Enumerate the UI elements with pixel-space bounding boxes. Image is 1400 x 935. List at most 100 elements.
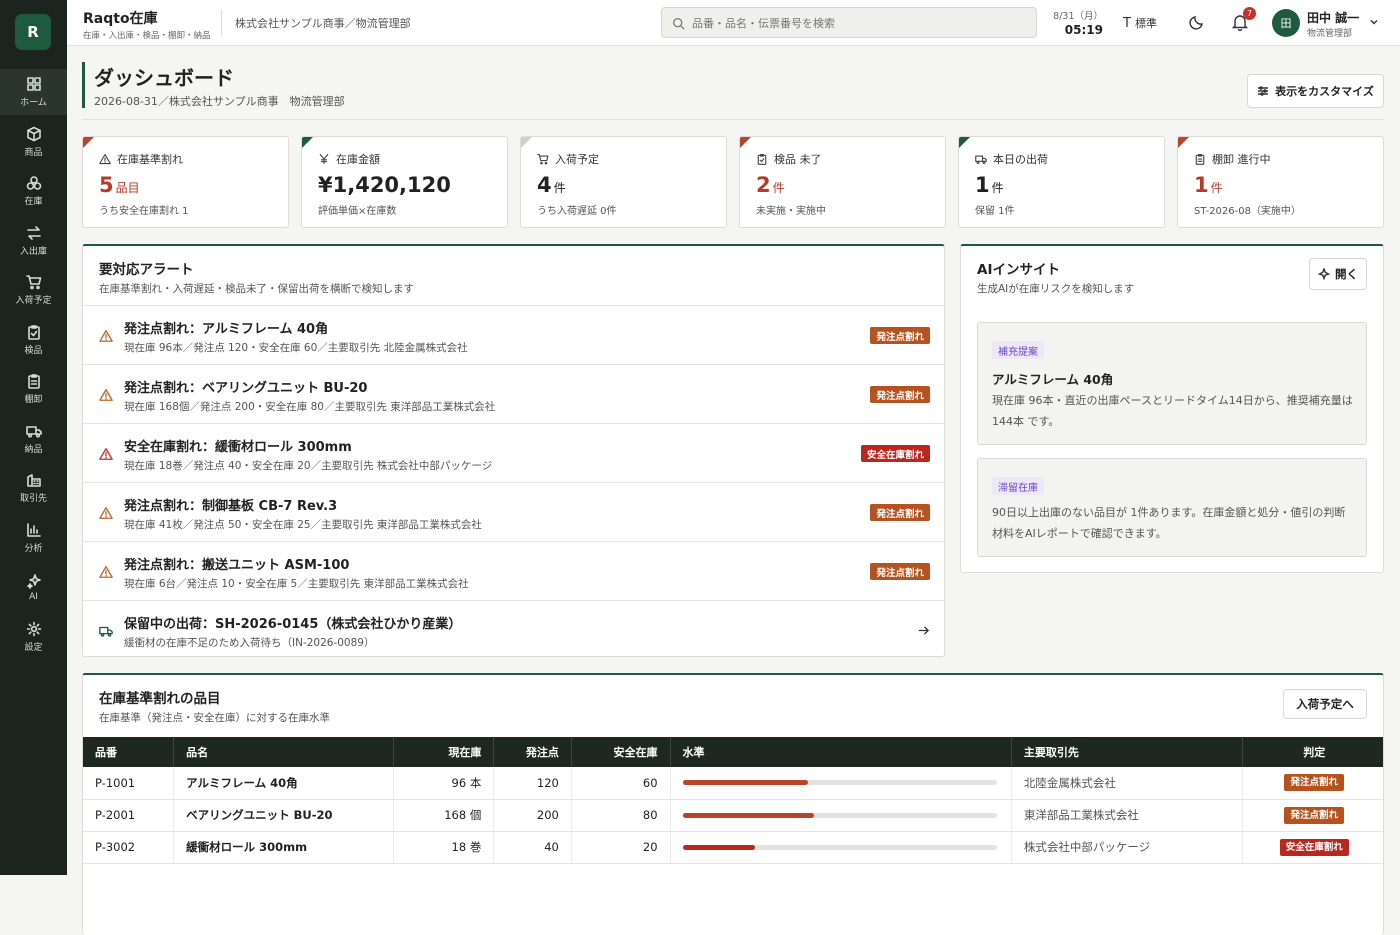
column-header[interactable]: 安全在庫	[571, 737, 671, 767]
sidebar-item-3[interactable]: 入出庫	[0, 218, 67, 264]
shortage-table: 品番 品名 現在庫 発注点 安全在庫 水準 主要取引先 判定 P-1001 アルミフレーム 40…	[83, 737, 1383, 864]
kpi-card[interactable]: 在庫金額 ¥1,420,120 評価単価×在庫数	[301, 136, 508, 228]
alert-icon-wrap	[99, 506, 113, 520]
column-header[interactable]: 判定	[1242, 737, 1383, 767]
to-arrivals-button[interactable]: 入荷予定へ	[1283, 689, 1367, 719]
kpi-value-row: 1件	[975, 173, 1004, 197]
column-header[interactable]: 主要取引先	[1011, 737, 1244, 767]
alert-title: 発注点割れ：制御基板 CB-7 Rev.3	[124, 499, 338, 514]
title-accent-bar	[82, 62, 85, 108]
app-logo[interactable]: R	[15, 14, 51, 50]
customize-label: 表示をカスタマイズ	[1275, 85, 1374, 98]
alert-row[interactable]: 発注点割れ：搬送ユニット ASM-100 現在庫 6台／発注点 10・安全在庫 5…	[83, 541, 944, 600]
brand[interactable]: Raqto在庫 在庫・入出庫・検品・棚卸・納品	[83, 8, 211, 41]
kpi-value: 2	[756, 173, 771, 197]
sidebar-item-label: 分析	[24, 543, 43, 554]
sidebar-item-label: 設定	[24, 642, 43, 653]
sidebar-item-4[interactable]: 入荷予定	[0, 267, 67, 313]
alert-detail: 現在庫 168個／発注点 200・安全在庫 80／主要取引先 東洋部品工業株式会…	[124, 401, 496, 413]
sidebar-item-9[interactable]: 分析	[0, 515, 67, 561]
insight-card-restock[interactable]: 補充提案 アルミフレーム 40角 現在庫 96本・直近の出庫ペースとリードタイム…	[977, 322, 1367, 445]
insight-card-stagnant[interactable]: 滞留在庫 90日以上出庫のない品目が 1件あります。在庫金額と処分・値引の判断材…	[977, 458, 1367, 557]
sidebar-item-2[interactable]: 在庫	[0, 168, 67, 214]
user-role: 物流管理部	[1307, 29, 1353, 39]
kpi-card[interactable]: 棚卸 進行中 1 件 ST-2026-08（実施中）	[1177, 136, 1384, 228]
sidebar-item-8[interactable]: 取引先	[0, 465, 67, 511]
sidebar-item-6[interactable]: 棚卸	[0, 366, 67, 412]
column-header[interactable]: 現在庫	[393, 737, 495, 767]
kpi-note: 未実施・実施中	[756, 206, 826, 217]
stock-level-fill	[682, 780, 809, 786]
sidebar-item-7[interactable]: 納品	[0, 416, 67, 462]
table-row[interactable]: P-3002 緩衝材ロール 300mm 18 巻 40 20 株式会社中部パッケージ 安全在…	[83, 831, 1383, 864]
alert-row[interactable]: 発注点割れ：制御基板 CB-7 Rev.3 現在庫 41枚／発注点 50・安全在庫…	[83, 482, 944, 541]
stock-level-fill	[682, 844, 755, 850]
kpi-value: 5	[99, 173, 114, 197]
sidebar: R ホーム 商品 在庫入出庫入荷予定 検品棚卸納品取引先分析 AI 設定	[0, 0, 67, 875]
alert-detail: 現在庫 6台／発注点 10・安全在庫 5／主要取引先 東洋部品工業株式会社	[124, 578, 469, 590]
alert-detail: 現在庫 18巻／発注点 40・安全在庫 20／主要取引先 株式会社中部パッケージ	[124, 460, 493, 472]
column-header[interactable]: 水準	[670, 737, 1012, 767]
alert-status-badge: 発注点割れ	[870, 504, 930, 521]
column-header[interactable]: 品番	[83, 737, 175, 767]
alert-row[interactable]: 保留中の出荷：SH-2026-0145（株式会社ひかり産業） 緩衝材の在庫不足のた…	[83, 600, 944, 656]
clipboard-list-icon	[1195, 153, 1205, 165]
kpi-value: 1	[1194, 173, 1209, 197]
moon-icon[interactable]	[1189, 14, 1205, 30]
alert-row[interactable]: 発注点割れ：ベアリングユニット BU-20 現在庫 168個／発注点 200・安全…	[83, 364, 944, 423]
kpi-note: 評価単価×在庫数	[318, 206, 397, 217]
kpi-label-row: 在庫基準割れ	[99, 151, 183, 167]
kpi-card[interactable]: 検品 未了 2 件未実施・実施中	[739, 136, 946, 228]
sidebar-item-label: 棚卸	[24, 395, 43, 405]
ai-subtitle: 生成AIが在庫リスクを検知します	[977, 283, 1135, 295]
text-size-icon: T	[1123, 15, 1131, 31]
kpi-value: ¥1,420,120	[318, 173, 451, 197]
page-title: ダッシュボード	[94, 66, 234, 90]
kpi-note: うち入荷遅延 0件	[537, 206, 617, 217]
sidebar-item-11[interactable]: 設定	[0, 614, 67, 660]
sidebar-item-10[interactable]: AI	[0, 564, 67, 610]
open-ai-button[interactable]: 開く	[1309, 258, 1367, 290]
status-cell: 安全在庫割れ	[1242, 831, 1383, 864]
sidebar-item-1[interactable]: 商品	[0, 119, 67, 165]
warning-icon	[99, 507, 113, 519]
search-input[interactable]	[692, 13, 1022, 33]
column-header[interactable]: 品名	[173, 737, 394, 767]
user-info[interactable]: 田中 誠一 物流管理部	[1307, 9, 1359, 39]
building-icon	[26, 474, 41, 487]
sidebar-item-label: 入出庫	[19, 246, 47, 257]
alert-icon-wrap	[99, 388, 113, 402]
item-code: P-3002	[83, 831, 175, 864]
sidebar-item-5[interactable]: 検品	[0, 317, 67, 363]
alert-title: 安全在庫割れ：緩衝材ロール 300mm	[124, 440, 352, 455]
arrow-right-icon[interactable]	[917, 624, 930, 637]
truck-icon	[99, 626, 113, 637]
kpi-card[interactable]: 在庫基準割れ 5 品目 うち安全在庫割れ 1	[82, 136, 289, 228]
kpi-label: 在庫金額	[336, 153, 380, 166]
kpi-card[interactable]: 入荷予定 4 件うち入荷遅延 0件	[520, 136, 727, 228]
kpi-value-row: 4件	[537, 173, 566, 197]
alert-status-badge: 発注点割れ	[870, 386, 930, 403]
current-stock: 96 本	[393, 767, 495, 800]
chevron-down-icon[interactable]	[1369, 17, 1379, 27]
font-size-toggle[interactable]: T 標準	[1123, 15, 1157, 31]
avatar[interactable]: 田	[1272, 9, 1300, 37]
kpi-value: 1	[975, 173, 990, 197]
open-label: 開く	[1335, 267, 1358, 281]
box-icon	[26, 126, 41, 141]
table-row[interactable]: P-2001 ベアリングユニット BU-20 168 個 200 80 東洋部品工業株式会…	[83, 799, 1383, 832]
sidebar-item-label: 取引先	[19, 494, 47, 504]
gear-icon	[26, 621, 41, 636]
alert-row[interactable]: 安全在庫割れ：緩衝材ロール 300mm 現在庫 18巻／発注点 40・安全在庫 2…	[83, 423, 944, 482]
sidebar-item-label: 納品	[24, 444, 43, 455]
table-row[interactable]: P-1001 アルミフレーム 40角 96 本 120 60 北陸金属株式会社 発注点割れ	[83, 767, 1383, 800]
customize-button[interactable]: 表示をカスタマイズ	[1247, 74, 1384, 108]
kpi-card[interactable]: 本日の出荷 1 件保留 1件	[958, 136, 1165, 228]
alert-row[interactable]: 発注点割れ：アルミフレーム 40角 現在庫 96本／発注点 120・安全在庫 60…	[83, 305, 944, 364]
kpi-label-row: 在庫金額	[318, 151, 380, 167]
sidebar-item-0[interactable]: ホーム	[0, 69, 67, 115]
kpi-label-row: 本日の出荷	[975, 151, 1048, 167]
alert-icon-wrap	[99, 447, 113, 461]
kpi-label-row: 検品 未了	[756, 151, 822, 167]
column-header[interactable]: 発注点	[493, 737, 572, 767]
